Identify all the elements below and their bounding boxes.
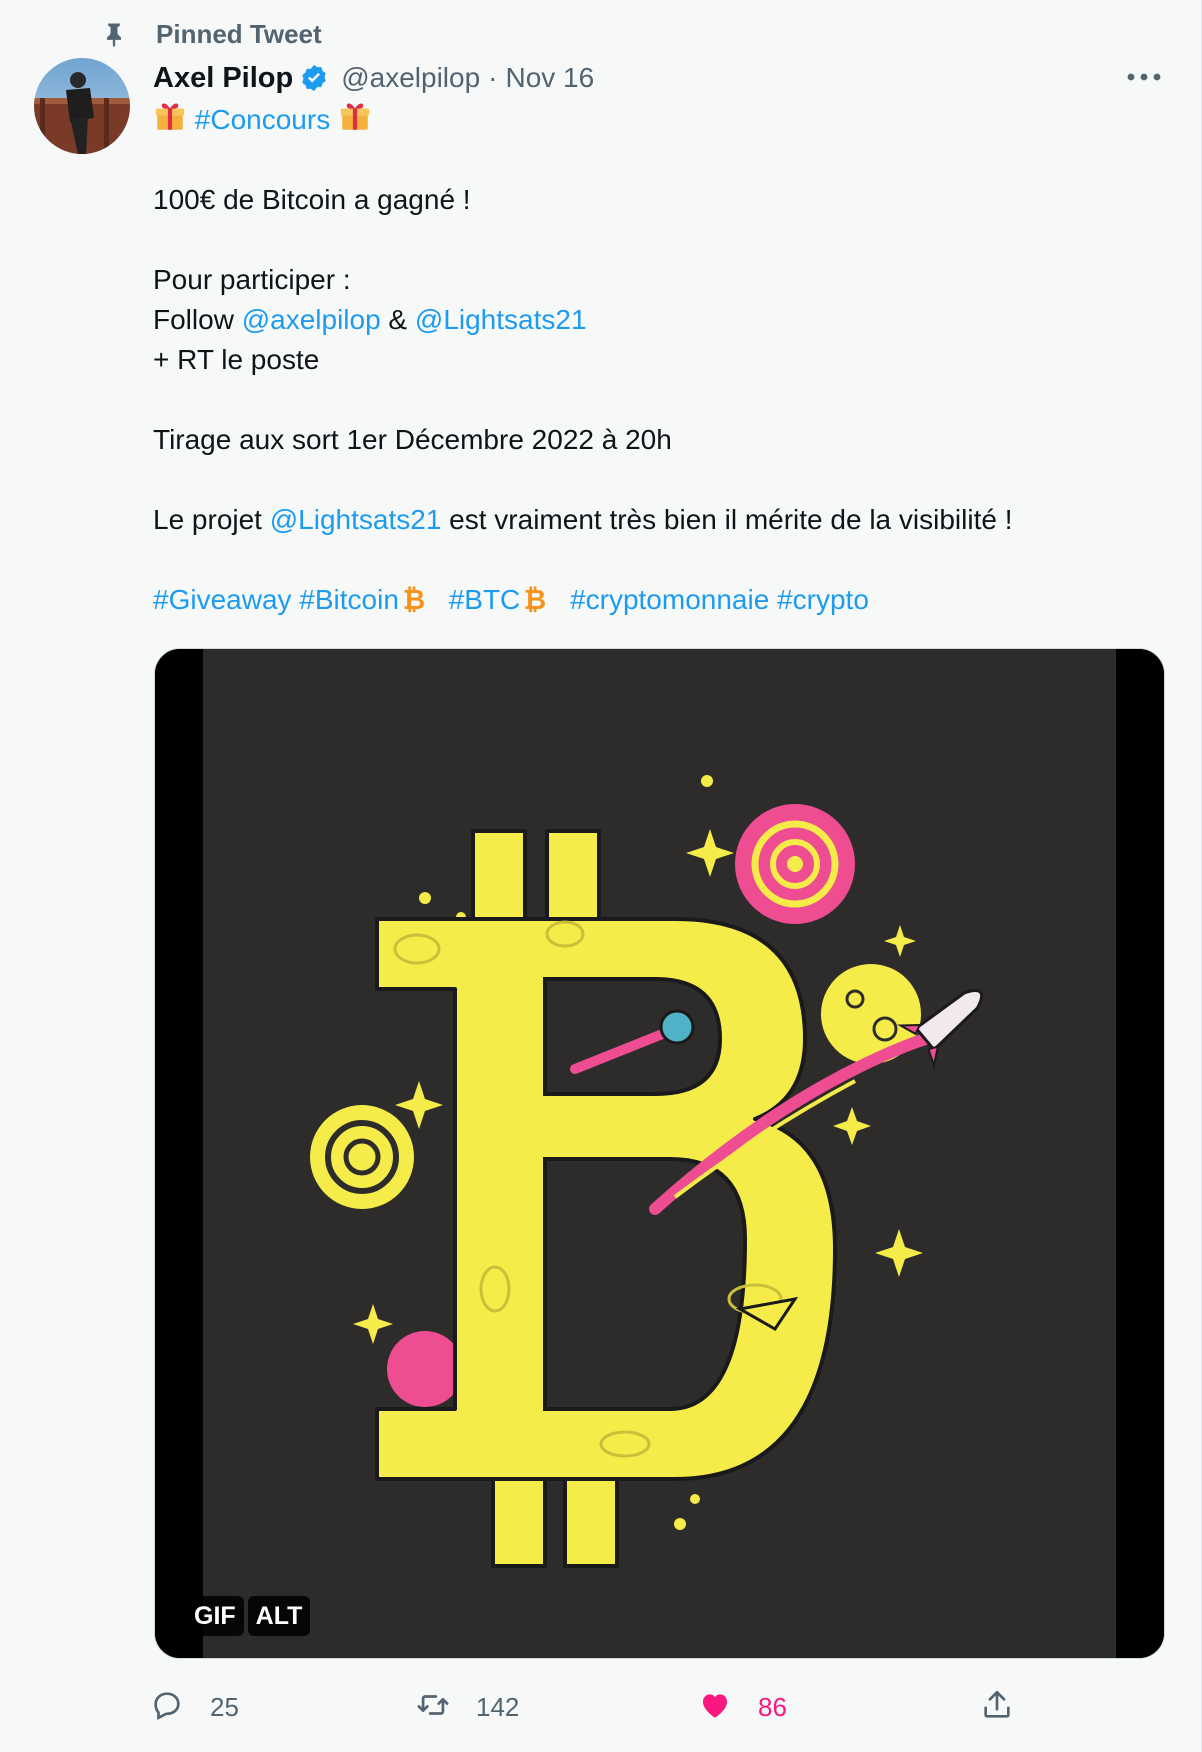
reply-count: 25 (210, 1691, 239, 1722)
title-line: #Concours (153, 100, 1163, 140)
follow-and: & (380, 304, 415, 335)
svg-text:₿: ₿ (524, 584, 546, 614)
more-options-button[interactable] (1121, 60, 1167, 96)
bitcoin-emoji-icon: ₿ (520, 584, 550, 616)
prize-line: 100€ de Bitcoin a gagné ! (153, 184, 471, 215)
mention-lightsats21-project[interactable]: @Lightsats21 (270, 504, 442, 535)
svg-text:₿: ₿ (403, 584, 425, 614)
share-button[interactable] (980, 1682, 1014, 1732)
hashtag-giveaway[interactable]: #Giveaway (153, 584, 292, 615)
gif-media[interactable]: GIF ALT (154, 648, 1165, 1659)
separator-dot: · (488, 62, 498, 93)
follow-line: Follow @axelpilop & @Lightsats21 (153, 300, 1163, 340)
media-badges: GIF ALT (186, 1596, 314, 1636)
like-button[interactable]: 86 (698, 1682, 787, 1732)
gif-badge: GIF (186, 1596, 244, 1636)
tweet-header: Axel Pilop @axelpilop · Nov 16 (153, 56, 594, 100)
bitcoin-emoji-icon: ₿ (399, 584, 429, 616)
retweet-count: 142 (476, 1691, 520, 1722)
follow-prefix: Follow (153, 304, 242, 335)
tweet-actions: 25 142 86 (150, 1682, 1030, 1732)
mention-lightsats21[interactable]: @Lightsats21 (415, 304, 587, 335)
alt-badge[interactable]: ALT (247, 1596, 311, 1636)
tweet-date[interactable]: Nov 16 (505, 62, 594, 94)
pin-icon (100, 20, 128, 48)
pinned-indicator: Pinned Tweet (100, 14, 322, 54)
retweet-instruction-line: + RT le poste (153, 344, 320, 375)
like-count: 86 (758, 1691, 787, 1722)
more-icon (1126, 69, 1162, 87)
verified-icon (299, 63, 329, 93)
pinned-label: Pinned Tweet (156, 18, 322, 49)
tweet-card[interactable]: Pinned Tweet Axel Pilop @axelpilop · Nov… (0, 0, 1202, 1752)
mention-axelpilop[interactable]: @axelpilop (242, 304, 381, 335)
author-name[interactable]: Axel Pilop (153, 62, 293, 95)
retweet-icon (416, 1688, 450, 1727)
reply-icon (150, 1688, 184, 1727)
hashtag-concours[interactable]: #Concours (195, 104, 330, 135)
reply-button[interactable]: 25 (150, 1682, 239, 1732)
project-line: Le projet @Lightsats21 est vraiment très… (153, 500, 1163, 540)
retweet-button[interactable]: 142 (416, 1682, 519, 1732)
tweet-text: #Concours 100€ de Bitcoin a gagné ! Pour… (153, 100, 1163, 620)
project-suffix: est vraiment très bien il mérite de la v… (441, 504, 1013, 535)
gift-icon (338, 100, 372, 134)
hashtag-bitcoin[interactable]: #Bitcoin (299, 584, 399, 615)
author-handle[interactable]: @axelpilop (341, 62, 480, 94)
hashtag-btc[interactable]: #BTC (449, 584, 521, 615)
hashtag-cryptomonnaie[interactable]: #cryptomonnaie (570, 584, 769, 615)
gift-icon (153, 100, 187, 134)
bitcoin-space-illustration (155, 649, 1164, 1658)
participate-line: Pour participer : (153, 264, 351, 295)
draw-date-line: Tirage aux sort 1er Décembre 2022 à 20h (153, 424, 672, 455)
share-icon (980, 1688, 1014, 1727)
hashtags-line: #Giveaway #Bitcoin ₿ #BTC ₿ #cryptomonnaie… (153, 580, 1163, 620)
project-prefix: Le projet (153, 504, 270, 535)
avatar[interactable] (34, 58, 130, 154)
hashtag-crypto[interactable]: #crypto (777, 584, 869, 615)
like-icon (698, 1688, 732, 1727)
